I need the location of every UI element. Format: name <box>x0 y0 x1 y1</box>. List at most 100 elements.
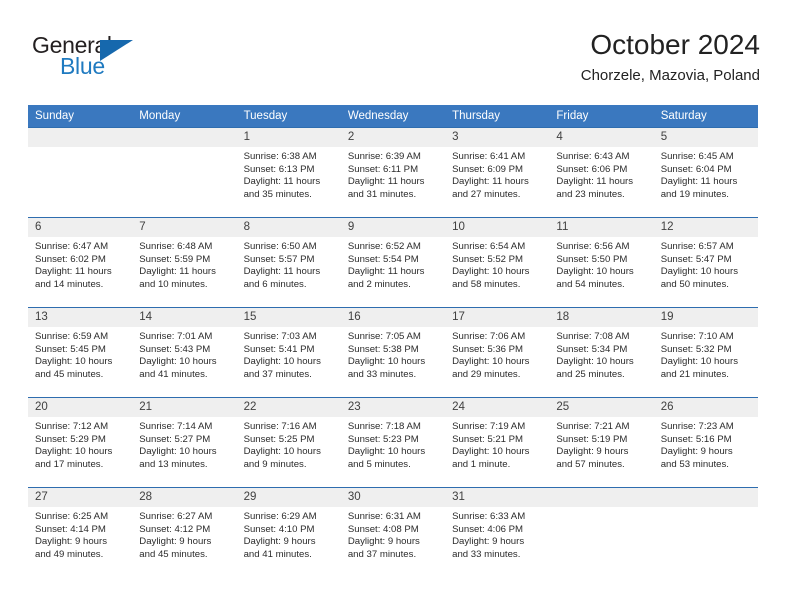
sunrise-time: Sunrise: 7:08 AM <box>556 331 630 342</box>
calendar-day-cell[interactable]: 25 Sunrise: 7:21 AM Sunset: 5:19 PM Dayligh… <box>549 397 654 488</box>
calendar-day-cell[interactable]: 21 Sunrise: 7:14 AM Sunset: 5:27 PM Dayligh… <box>132 397 237 488</box>
calendar-day-cell-empty <box>653 487 758 578</box>
calendar-day-cell[interactable]: 12 Sunrise: 6:57 AM Sunset: 5:47 PM Dayligh… <box>653 217 758 308</box>
daylight-duration-line1: Daylight: 10 hours <box>243 446 321 458</box>
daylight-duration-line2: and 14 minutes. <box>35 278 104 290</box>
calendar-day-cell[interactable]: 17 Sunrise: 7:06 AM Sunset: 5:36 PM Dayligh… <box>445 307 550 398</box>
sunrise-time: Sunrise: 6:57 AM <box>660 241 734 252</box>
day-sun-info: Sunrise: 6:41 AM Sunset: 6:09 PM Daylight:… <box>445 147 549 201</box>
calendar-week-row: 13 Sunrise: 6:59 AM Sunset: 5:45 PM Dayligh… <box>28 307 758 398</box>
daylight-duration-line2: and 49 minutes. <box>35 548 104 560</box>
calendar-day-cell[interactable]: 20 Sunrise: 7:12 AM Sunset: 5:29 PM Dayligh… <box>28 397 133 488</box>
day-sun-info: Sunrise: 7:18 AM Sunset: 5:23 PM Daylight:… <box>341 417 445 471</box>
calendar-day-cell[interactable]: 29 Sunrise: 6:29 AM Sunset: 4:10 PM Dayligh… <box>236 487 341 578</box>
day-number: 20 <box>28 398 133 417</box>
calendar-day-cell[interactable]: 24 Sunrise: 7:19 AM Sunset: 5:21 PM Dayligh… <box>445 397 550 488</box>
calendar-day-cell[interactable]: 19 Sunrise: 7:10 AM Sunset: 5:32 PM Dayligh… <box>653 307 758 398</box>
day-number: 14 <box>132 308 237 327</box>
sunrise-time: Sunrise: 7:19 AM <box>452 421 526 432</box>
calendar-body: 1 Sunrise: 6:38 AM Sunset: 6:13 PM Daylight… <box>28 127 758 578</box>
daylight-duration-line1: Daylight: 10 hours <box>35 356 113 368</box>
calendar-day-cell[interactable]: 9 Sunrise: 6:52 AM Sunset: 5:54 PM Daylight… <box>340 217 446 308</box>
logo-text-blue: Blue <box>60 53 105 79</box>
calendar-day-cell[interactable]: 6 Sunrise: 6:47 AM Sunset: 6:02 PM Daylight… <box>28 217 133 308</box>
daylight-duration-line1: Daylight: 11 hours <box>452 176 529 188</box>
calendar-day-cell[interactable]: 28 Sunrise: 6:27 AM Sunset: 4:12 PM Dayligh… <box>132 487 237 578</box>
weekday-header-row: Sunday Monday Tuesday Wednesday Thursday… <box>28 105 758 128</box>
daylight-duration-line1: Daylight: 10 hours <box>660 266 739 278</box>
sunrise-time: Sunrise: 6:45 AM <box>660 151 734 162</box>
calendar-day-cell[interactable]: 3 Sunrise: 6:41 AM Sunset: 6:09 PM Daylight… <box>445 127 550 218</box>
sunrise-time: Sunrise: 6:59 AM <box>35 331 109 342</box>
day-number: 21 <box>132 398 237 417</box>
sunset-time: Sunset: 4:06 PM <box>452 523 524 535</box>
calendar-week-row: 27 Sunrise: 6:25 AM Sunset: 4:14 PM Dayligh… <box>28 487 758 578</box>
calendar-day-cell[interactable]: 26 Sunrise: 7:23 AM Sunset: 5:16 PM Dayligh… <box>653 397 758 488</box>
weekday-header-thursday: Thursday <box>445 105 550 128</box>
sunrise-time: Sunrise: 6:48 AM <box>139 241 213 252</box>
weekday-header-sunday: Sunday <box>28 105 133 128</box>
general-blue-logo: General Blue <box>32 32 162 84</box>
sunset-time: Sunset: 5:54 PM <box>347 253 419 265</box>
calendar-day-cell[interactable]: 13 Sunrise: 6:59 AM Sunset: 5:45 PM Dayligh… <box>28 307 133 398</box>
daylight-duration-line2: and 17 minutes. <box>35 458 104 470</box>
day-number <box>549 488 654 507</box>
daylight-duration-line1: Daylight: 9 hours <box>452 536 525 548</box>
sunset-time: Sunset: 5:38 PM <box>347 343 419 355</box>
daylight-duration-line1: Daylight: 11 hours <box>347 266 425 278</box>
day-number: 17 <box>445 308 550 327</box>
day-number: 15 <box>236 308 341 327</box>
day-number: 28 <box>132 488 237 507</box>
calendar-day-cell[interactable]: 2 Sunrise: 6:39 AM Sunset: 6:11 PM Daylight… <box>340 127 446 218</box>
daylight-duration-line1: Daylight: 11 hours <box>556 176 634 188</box>
calendar-day-cell[interactable]: 1 Sunrise: 6:38 AM Sunset: 6:13 PM Daylight… <box>236 127 341 218</box>
daylight-duration-line2: and 54 minutes. <box>556 278 625 290</box>
calendar-day-cell[interactable]: 15 Sunrise: 7:03 AM Sunset: 5:41 PM Dayligh… <box>236 307 341 398</box>
daylight-duration-line2: and 33 minutes. <box>452 548 521 560</box>
calendar-day-cell[interactable]: 27 Sunrise: 6:25 AM Sunset: 4:14 PM Dayligh… <box>28 487 133 578</box>
calendar-day-cell[interactable]: 10 Sunrise: 6:54 AM Sunset: 5:52 PM Dayligh… <box>445 217 550 308</box>
calendar-day-cell[interactable]: 5 Sunrise: 6:45 AM Sunset: 6:04 PM Daylight… <box>653 127 758 218</box>
day-sun-info: Sunrise: 6:27 AM Sunset: 4:12 PM Daylight:… <box>132 507 236 561</box>
calendar-day-cell[interactable]: 22 Sunrise: 7:16 AM Sunset: 5:25 PM Dayligh… <box>236 397 341 488</box>
calendar-day-cell[interactable]: 7 Sunrise: 6:48 AM Sunset: 5:59 PM Daylight… <box>132 217 237 308</box>
daylight-duration-line1: Daylight: 10 hours <box>347 446 426 458</box>
day-number: 4 <box>549 128 654 147</box>
calendar-week-row: 20 Sunrise: 7:12 AM Sunset: 5:29 PM Dayligh… <box>28 397 758 488</box>
calendar-day-cell[interactable]: 23 Sunrise: 7:18 AM Sunset: 5:23 PM Dayligh… <box>340 397 446 488</box>
day-sun-info: Sunrise: 6:43 AM Sunset: 6:06 PM Daylight:… <box>549 147 653 201</box>
day-sun-info: Sunrise: 6:31 AM Sunset: 4:08 PM Daylight:… <box>341 507 445 561</box>
daylight-duration-line1: Daylight: 10 hours <box>139 356 217 368</box>
daylight-duration-line2: and 2 minutes. <box>347 278 411 290</box>
calendar-day-cell[interactable]: 31 Sunrise: 6:33 AM Sunset: 4:06 PM Dayligh… <box>445 487 550 578</box>
calendar-day-cell[interactable]: 16 Sunrise: 7:05 AM Sunset: 5:38 PM Dayligh… <box>340 307 446 398</box>
calendar-day-cell[interactable]: 18 Sunrise: 7:08 AM Sunset: 5:34 PM Dayligh… <box>549 307 654 398</box>
sunset-time: Sunset: 5:43 PM <box>139 343 211 355</box>
sunrise-time: Sunrise: 6:25 AM <box>35 511 109 522</box>
day-number: 19 <box>653 308 758 327</box>
sunrise-time: Sunrise: 6:38 AM <box>243 151 317 162</box>
sunrise-time: Sunrise: 6:31 AM <box>347 511 421 522</box>
sunset-time: Sunset: 6:06 PM <box>556 163 628 175</box>
day-sun-info: Sunrise: 6:48 AM Sunset: 5:59 PM Daylight:… <box>132 237 236 291</box>
calendar-day-cell[interactable]: 14 Sunrise: 7:01 AM Sunset: 5:43 PM Dayligh… <box>132 307 237 398</box>
daylight-duration-line2: and 5 minutes. <box>347 458 411 470</box>
sunset-time: Sunset: 6:09 PM <box>452 163 524 175</box>
day-sun-info: Sunrise: 7:05 AM Sunset: 5:38 PM Daylight:… <box>341 327 445 381</box>
sunset-time: Sunset: 5:59 PM <box>139 253 211 265</box>
daylight-duration-line2: and 27 minutes. <box>452 188 521 200</box>
calendar-day-cell[interactable]: 30 Sunrise: 6:31 AM Sunset: 4:08 PM Dayligh… <box>340 487 446 578</box>
calendar-day-cell[interactable]: 4 Sunrise: 6:43 AM Sunset: 6:06 PM Daylight… <box>549 127 654 218</box>
daylight-duration-line1: Daylight: 10 hours <box>243 356 321 368</box>
day-number: 31 <box>445 488 550 507</box>
daylight-duration-line2: and 45 minutes. <box>139 548 208 560</box>
calendar-day-cell[interactable]: 11 Sunrise: 6:56 AM Sunset: 5:50 PM Dayligh… <box>549 217 654 308</box>
day-number: 8 <box>236 218 341 237</box>
sunset-time: Sunset: 4:08 PM <box>347 523 419 535</box>
day-sun-info: Sunrise: 7:19 AM Sunset: 5:21 PM Daylight:… <box>445 417 549 471</box>
day-number: 10 <box>445 218 550 237</box>
calendar-day-cell[interactable]: 8 Sunrise: 6:50 AM Sunset: 5:57 PM Daylight… <box>236 217 341 308</box>
sunset-time: Sunset: 5:52 PM <box>452 253 524 265</box>
daylight-duration-line2: and 37 minutes. <box>347 548 417 560</box>
day-sun-info: Sunrise: 6:59 AM Sunset: 5:45 PM Daylight:… <box>28 327 132 381</box>
